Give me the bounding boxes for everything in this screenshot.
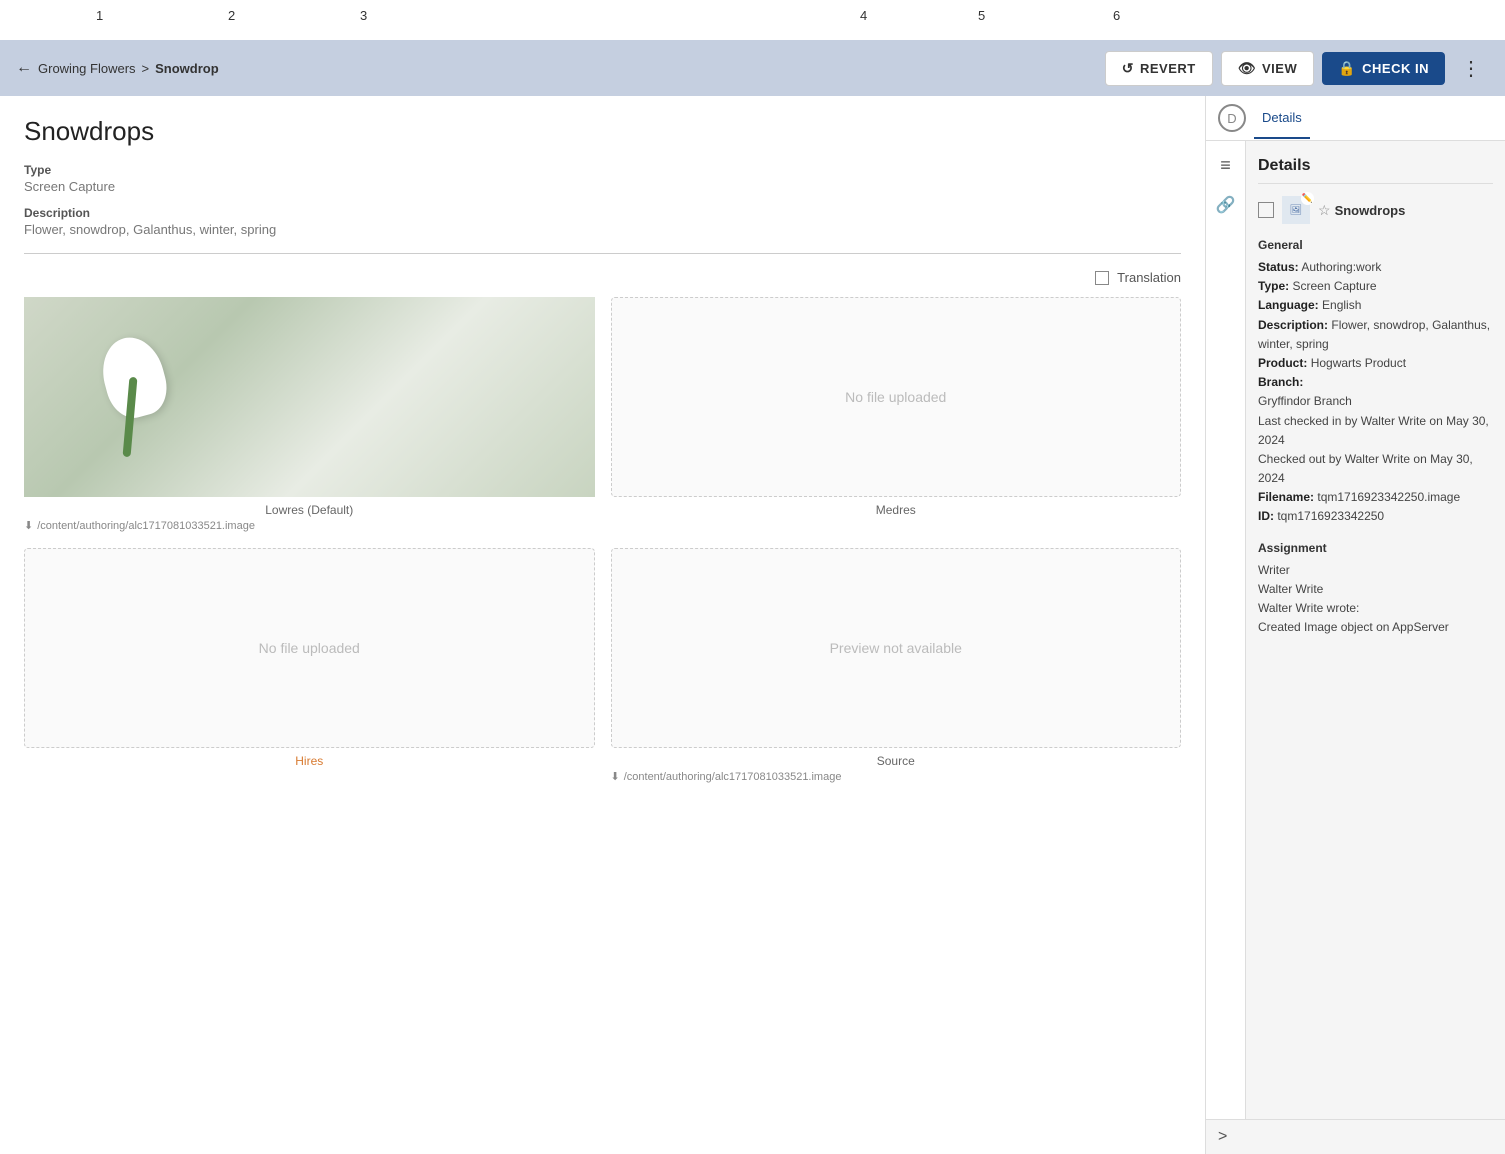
lowres-slot-wrapper: Lowres (Default) ⬇ /content/authoring/al… xyxy=(24,297,595,532)
hires-slot-wrapper: No file uploaded Hires xyxy=(24,548,595,783)
annotation-5: 5 xyxy=(978,8,985,23)
detail-branch-value: Gryffindor Branch xyxy=(1258,392,1493,411)
description-field-group: Description Flower, snowdrop, Galanthus,… xyxy=(24,206,1181,237)
hires-caption: Hires xyxy=(24,754,595,768)
lowres-caption: Lowres (Default) xyxy=(24,503,595,517)
asset-checkbox[interactable] xyxy=(1258,202,1274,218)
back-arrow-icon[interactable]: ← xyxy=(16,59,32,77)
lowres-path: ⬇ /content/authoring/alc1717081033521.im… xyxy=(24,519,595,532)
annotation-1: 1 xyxy=(96,8,103,23)
source-download-icon[interactable]: ⬇ xyxy=(611,770,620,783)
translation-label: Translation xyxy=(1117,270,1181,285)
main-layout: Snowdrops Type Screen Capture Descriptio… xyxy=(0,96,1505,1154)
detail-checked-out: Checked out by Walter Write on May 30, 2… xyxy=(1258,450,1493,488)
medres-slot-wrapper: No file uploaded Medres xyxy=(611,297,1182,532)
sidebar-tab-d[interactable]: D xyxy=(1218,104,1246,132)
translation-checkbox[interactable] xyxy=(1095,271,1109,285)
image-grid: Lowres (Default) ⬇ /content/authoring/al… xyxy=(24,297,1181,783)
details-panel-title: Details xyxy=(1258,157,1493,184)
eye-icon: 👁 xyxy=(1238,60,1256,77)
assignment-section: Assignment Writer Walter Write Walter Wr… xyxy=(1258,541,1493,638)
more-options-button[interactable]: ⋮ xyxy=(1453,52,1489,85)
hires-empty-text: No file uploaded xyxy=(259,640,360,656)
detail-last-checked-in: Last checked in by Walter Write on May 3… xyxy=(1258,412,1493,450)
sidebar-tabs: D Details xyxy=(1206,96,1505,141)
sidebar-icon-link[interactable]: 🔗 xyxy=(1210,189,1242,221)
content-area: Snowdrops Type Screen Capture Descriptio… xyxy=(0,96,1205,1154)
detail-id: ID: tqm1716923342250 xyxy=(1258,507,1493,526)
hires-image-slot: No file uploaded xyxy=(24,548,595,748)
assignment-action: Created Image object on AppServer xyxy=(1258,618,1493,637)
download-icon[interactable]: ⬇ xyxy=(24,519,33,532)
detail-status: Status: Authoring:work xyxy=(1258,258,1493,277)
asset-header: 🖼 ✏️ ☆ Snowdrops xyxy=(1258,196,1493,224)
assignment-note: Walter Write wrote: xyxy=(1258,599,1493,618)
type-field-group: Type Screen Capture xyxy=(24,163,1181,194)
checkin-button[interactable]: 🔒 CHECK IN xyxy=(1322,52,1445,85)
translation-row: Translation xyxy=(24,270,1181,285)
general-section-title: General xyxy=(1258,238,1493,252)
page-title: Snowdrops xyxy=(24,116,1181,147)
revert-icon: ↺ xyxy=(1122,60,1134,77)
detail-product: Product: Hogwarts Product xyxy=(1258,354,1493,373)
sidebar-icon-strip: ≡ 🔗 xyxy=(1206,141,1246,1119)
view-button[interactable]: 👁 VIEW xyxy=(1221,51,1315,86)
asset-name-star: ☆ Snowdrops xyxy=(1318,202,1405,219)
source-empty-text: Preview not available xyxy=(830,640,962,656)
assignment-name: Walter Write xyxy=(1258,580,1493,599)
breadcrumb: ← Growing Flowers > Snowdrop xyxy=(16,59,219,77)
header-actions: ↺ REVERT 👁 VIEW 🔒 CHECK IN ⋮ xyxy=(1105,51,1489,86)
detail-language: Language: English xyxy=(1258,296,1493,315)
annotation-3: 3 xyxy=(360,8,367,23)
source-caption: Source xyxy=(611,754,1182,768)
lowres-image-slot xyxy=(24,297,595,497)
source-path: ⬇ /content/authoring/alc1717081033521.im… xyxy=(611,770,1182,783)
annotation-2: 2 xyxy=(228,8,235,23)
source-slot-wrapper: Preview not available Source ⬇ /content/… xyxy=(611,548,1182,783)
medres-caption: Medres xyxy=(611,503,1182,517)
revert-button[interactable]: ↺ REVERT xyxy=(1105,51,1213,86)
sidebar-icon-layers[interactable]: ≡ xyxy=(1210,149,1242,181)
details-tab[interactable]: Details xyxy=(1254,98,1310,139)
lock-icon: 🔒 xyxy=(1338,60,1356,77)
detail-description: Description: Flower, snowdrop, Galanthus… xyxy=(1258,316,1493,354)
assignment-role: Writer xyxy=(1258,561,1493,580)
star-icon[interactable]: ☆ xyxy=(1318,202,1331,219)
annotation-4: 4 xyxy=(860,8,867,23)
breadcrumb-current: Snowdrop xyxy=(155,61,219,76)
detail-filename: Filename: tqm1716923342250.image xyxy=(1258,488,1493,507)
general-section: General Status: Authoring:work Type: Scr… xyxy=(1258,238,1493,527)
medres-image-slot: No file uploaded xyxy=(611,297,1182,497)
type-label: Type xyxy=(24,163,1181,177)
asset-thumbnail: 🖼 ✏️ xyxy=(1282,196,1310,224)
right-sidebar: D Details ≡ 🔗 Details 🖼 ✏️ xyxy=(1205,96,1505,1154)
type-value: Screen Capture xyxy=(24,179,1181,194)
detail-type: Type: Screen Capture xyxy=(1258,277,1493,296)
chevron-right-icon: > xyxy=(1218,1128,1227,1146)
sidebar-content-layout: ≡ 🔗 Details 🖼 ✏️ ☆ Snowdrops xyxy=(1206,141,1505,1119)
breadcrumb-separator: > xyxy=(142,61,150,76)
description-value: Flower, snowdrop, Galanthus, winter, spr… xyxy=(24,222,1181,237)
header: ← Growing Flowers > Snowdrop ↺ REVERT 👁 … xyxy=(0,40,1505,96)
source-image-slot: Preview not available xyxy=(611,548,1182,748)
description-label: Description xyxy=(24,206,1181,220)
asset-badge: ✏️ xyxy=(1301,192,1314,205)
snowdrop-image xyxy=(24,297,595,497)
annotation-6: 6 xyxy=(1113,8,1120,23)
sidebar-footer-collapse[interactable]: > xyxy=(1206,1119,1505,1154)
asset-title: Snowdrops xyxy=(1335,203,1406,218)
details-panel: Details 🖼 ✏️ ☆ Snowdrops General xyxy=(1246,141,1505,1119)
assignment-section-title: Assignment xyxy=(1258,541,1493,555)
medres-empty-text: No file uploaded xyxy=(845,389,946,405)
breadcrumb-parent[interactable]: Growing Flowers xyxy=(38,61,136,76)
divider xyxy=(24,253,1181,254)
detail-branch-label: Branch: xyxy=(1258,373,1493,392)
